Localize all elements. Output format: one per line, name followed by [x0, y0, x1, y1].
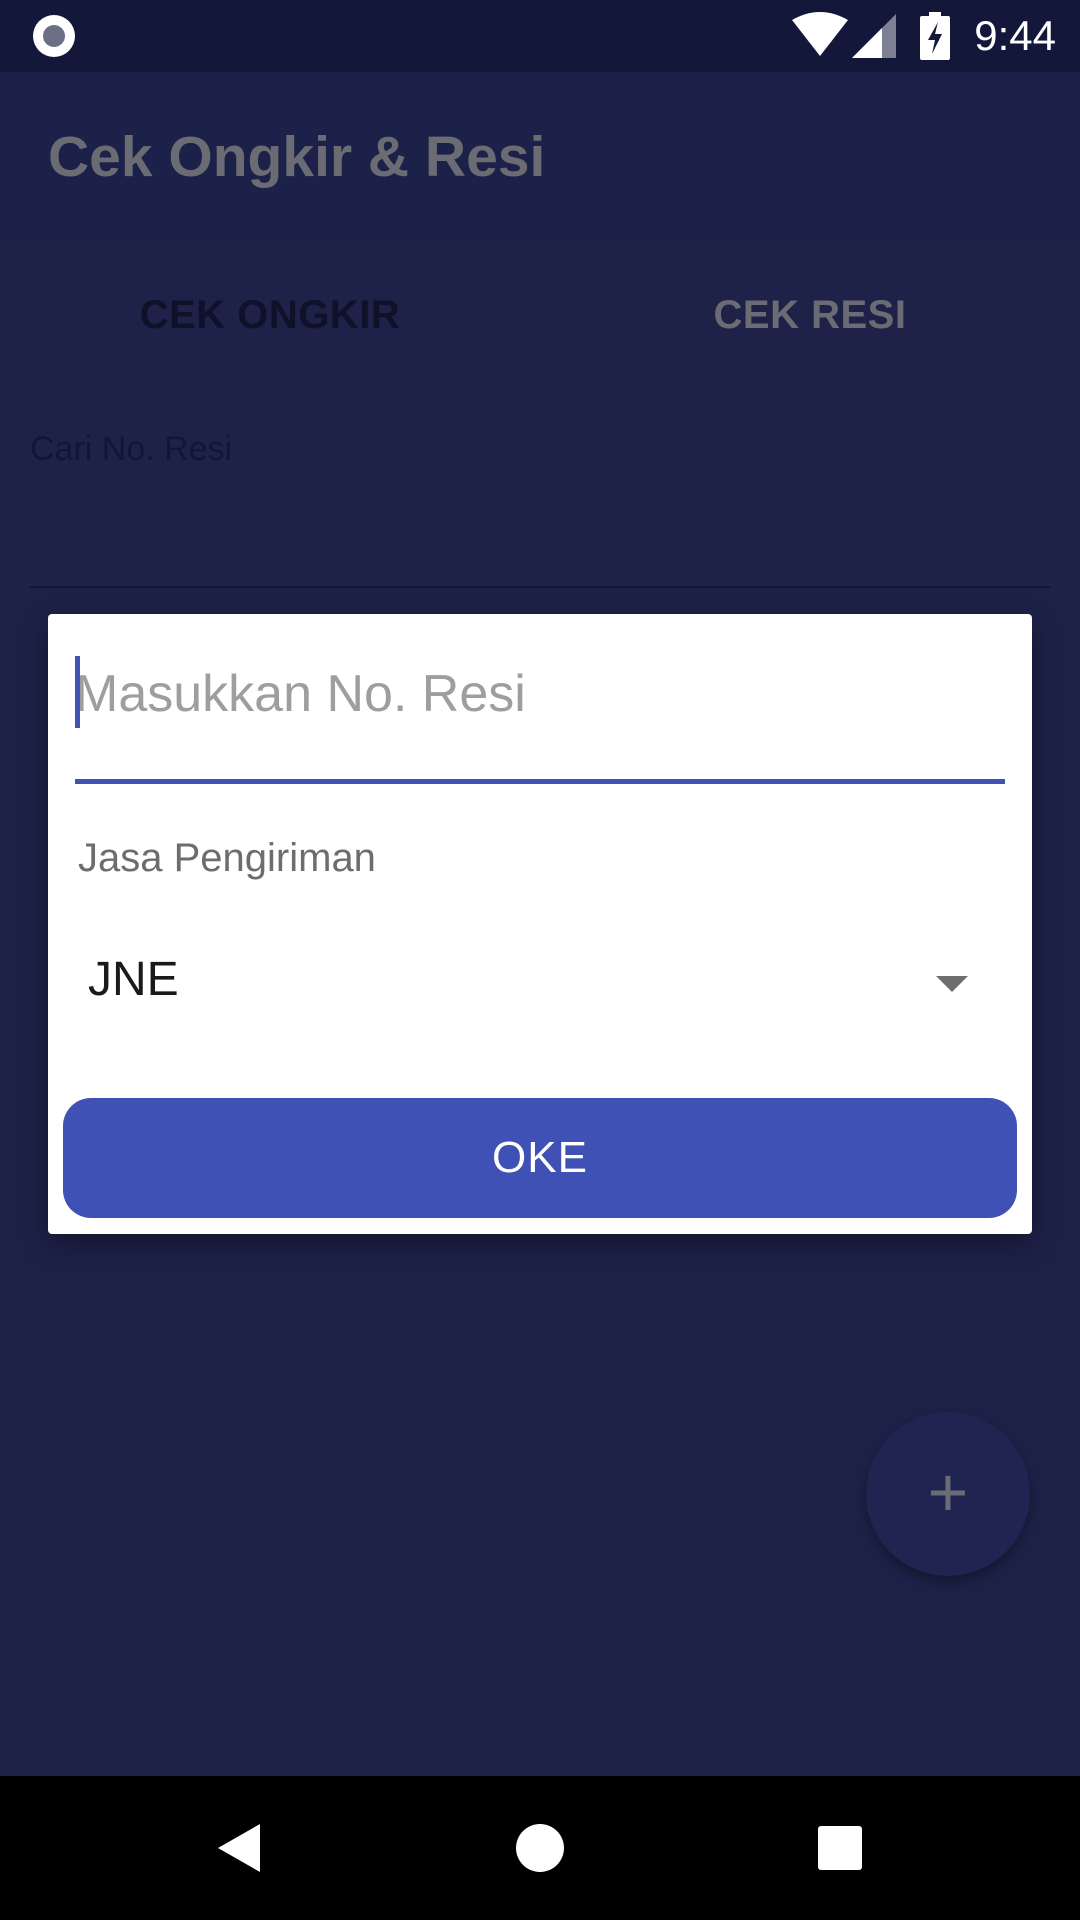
app-bar: Cek Ongkir & Resi	[0, 72, 1080, 240]
search-resi-underline	[30, 586, 1050, 588]
courier-label: Jasa Pengiriman	[78, 836, 376, 880]
courier-dropdown[interactable]: JNE	[88, 934, 998, 1024]
navigation-bar	[0, 1776, 1080, 1920]
record-icon	[33, 15, 75, 57]
cell-signal-icon	[852, 14, 896, 58]
resi-input-underline	[75, 779, 1005, 784]
add-fab-button[interactable]: +	[866, 1412, 1030, 1576]
back-icon[interactable]	[218, 1824, 260, 1872]
app-title: Cek Ongkir & Resi	[48, 125, 546, 189]
oke-button[interactable]: OKE	[63, 1098, 1017, 1218]
tab-cek-ongkir[interactable]: CEK ONGKIR	[0, 240, 540, 390]
wifi-icon	[792, 12, 848, 56]
resi-input-container	[75, 656, 1005, 784]
recents-icon[interactable]	[818, 1826, 862, 1870]
plus-icon: +	[927, 1453, 969, 1531]
dropdown-arrow-icon	[936, 976, 968, 992]
tab-bar: CEK ONGKIR CEK RESI	[0, 240, 1080, 390]
search-resi-label: Cari No. Resi	[30, 430, 233, 468]
battery-charging-icon	[920, 12, 950, 60]
courier-selected-value: JNE	[88, 953, 179, 1006]
cek-resi-dialog: Jasa Pengiriman JNE OKE	[48, 614, 1032, 1234]
tab-cek-resi[interactable]: CEK RESI	[540, 240, 1080, 390]
text-cursor	[75, 656, 80, 728]
resi-number-input[interactable]	[75, 656, 1005, 732]
home-icon[interactable]	[516, 1824, 564, 1872]
status-clock: 9:44	[974, 12, 1056, 59]
status-bar: 9:44	[0, 0, 1080, 72]
